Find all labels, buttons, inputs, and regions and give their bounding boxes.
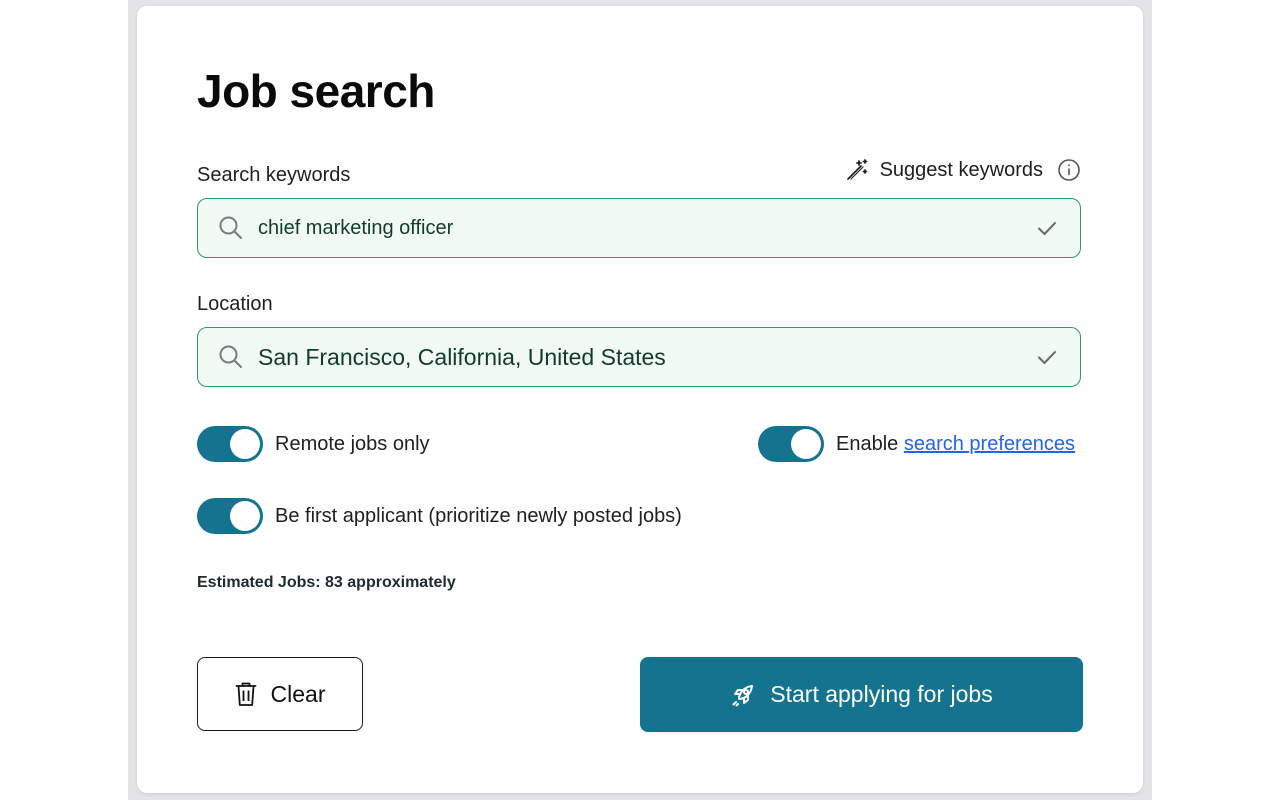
search-preferences-toggle-row: Enable search preferences bbox=[758, 426, 1075, 462]
start-applying-button[interactable]: Start applying for jobs bbox=[640, 657, 1083, 732]
estimated-jobs-text: Estimated Jobs: 83 approximately bbox=[197, 574, 456, 591]
rocket-icon bbox=[730, 682, 756, 708]
trash-icon bbox=[235, 681, 257, 707]
toggle-knob bbox=[791, 429, 821, 459]
keywords-label: Search keywords bbox=[197, 164, 351, 186]
page-title: Job search bbox=[197, 65, 435, 117]
clear-button[interactable]: Clear bbox=[197, 657, 363, 731]
toggle-knob bbox=[230, 429, 260, 459]
search-preferences-toggle[interactable] bbox=[758, 426, 824, 462]
first-applicant-toggle[interactable] bbox=[197, 498, 263, 534]
keywords-input[interactable] bbox=[258, 216, 1032, 240]
start-applying-label: Start applying for jobs bbox=[770, 681, 993, 707]
magic-wand-icon bbox=[844, 157, 870, 183]
search-preferences-link[interactable]: search preferences bbox=[904, 433, 1075, 455]
remote-jobs-toggle[interactable] bbox=[197, 426, 263, 462]
location-label: Location bbox=[197, 293, 273, 315]
enable-prefix: Enable bbox=[836, 432, 904, 455]
clear-button-label: Clear bbox=[270, 680, 326, 707]
suggest-keywords-button[interactable]: Suggest keywords bbox=[844, 157, 1081, 183]
location-input[interactable] bbox=[258, 343, 1032, 371]
location-field[interactable] bbox=[197, 327, 1081, 387]
search-icon bbox=[216, 342, 246, 372]
remote-jobs-toggle-row: Remote jobs only bbox=[197, 426, 430, 462]
toggle-knob bbox=[230, 501, 260, 531]
first-applicant-label: Be first applicant (prioritize newly pos… bbox=[275, 504, 682, 527]
search-preferences-label: Enable search preferences bbox=[836, 433, 1075, 456]
search-icon bbox=[216, 213, 246, 243]
keywords-field[interactable] bbox=[197, 198, 1081, 258]
info-icon[interactable] bbox=[1057, 158, 1081, 182]
check-icon bbox=[1032, 213, 1062, 243]
job-search-card: Job search Search keywords Suggest keywo… bbox=[137, 6, 1143, 793]
first-applicant-toggle-row: Be first applicant (prioritize newly pos… bbox=[197, 498, 682, 534]
check-icon bbox=[1032, 342, 1062, 372]
suggest-keywords-label: Suggest keywords bbox=[879, 158, 1043, 181]
remote-jobs-label: Remote jobs only bbox=[275, 432, 430, 455]
